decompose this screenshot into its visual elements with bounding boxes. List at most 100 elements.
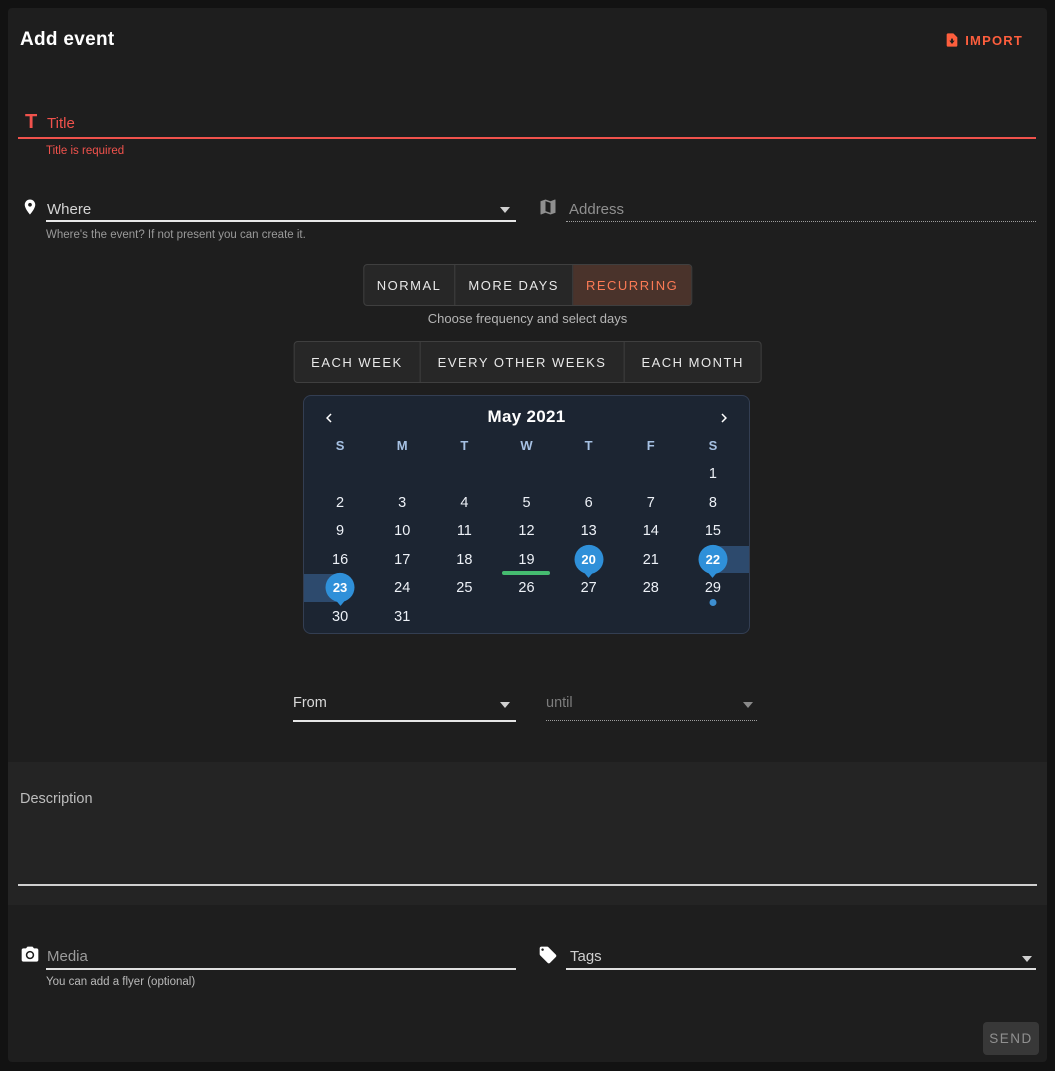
calendar-day-empty: [682, 603, 744, 632]
day-number: 31: [394, 609, 410, 625]
chevron-down-icon[interactable]: [500, 207, 510, 213]
title-input[interactable]: Title: [47, 115, 75, 132]
until-time-select[interactable]: until: [538, 693, 757, 723]
calendar-day-empty: [433, 460, 495, 489]
day-number: 15: [705, 523, 721, 539]
day-number: 4: [460, 495, 468, 511]
day-number: 1: [709, 466, 717, 482]
frequency-each-week[interactable]: EACH WEEK: [294, 342, 421, 382]
calendar-day-19[interactable]: 19: [495, 546, 557, 575]
calendar-day-27[interactable]: 27: [558, 574, 620, 603]
calendar-next-month-button[interactable]: [712, 406, 736, 430]
day-number: 2: [336, 495, 344, 511]
calendar-day-5[interactable]: 5: [495, 489, 557, 518]
weekday-label: F: [620, 434, 682, 456]
from-time-select[interactable]: From: [293, 693, 516, 723]
calendar-day-12[interactable]: 12: [495, 517, 557, 546]
day-number: 9: [336, 523, 344, 539]
description-section: Description: [8, 762, 1047, 905]
calendar-day-24[interactable]: 24: [371, 574, 433, 603]
calendar-day-26[interactable]: 26: [495, 574, 557, 603]
day-number: 28: [643, 580, 659, 596]
day-number: 13: [581, 523, 597, 539]
day-number: 7: [647, 495, 655, 511]
calendar-day-22[interactable]: 22: [682, 546, 744, 575]
import-label: IMPORT: [965, 33, 1023, 48]
calendar-day-15[interactable]: 15: [682, 517, 744, 546]
where-underline: [46, 220, 516, 222]
weekday-label: T: [433, 434, 495, 456]
day-number: 5: [522, 495, 530, 511]
day-number: 11: [457, 523, 472, 539]
day-number: 6: [585, 495, 593, 511]
selected-day-marker: 20: [574, 545, 603, 574]
calendar-day-9[interactable]: 9: [309, 517, 371, 546]
calendar-day-8[interactable]: 8: [682, 489, 744, 518]
calendar-day-16[interactable]: 16: [309, 546, 371, 575]
tab-normal[interactable]: NORMAL: [364, 265, 456, 305]
day-number: 30: [332, 609, 348, 625]
calendar-day-2[interactable]: 2: [309, 489, 371, 518]
calendar-month-label: May 2021: [304, 407, 749, 427]
calendar-day-1[interactable]: 1: [682, 460, 744, 489]
calendar-day-17[interactable]: 17: [371, 546, 433, 575]
address-input[interactable]: Address: [569, 201, 624, 218]
title-T-icon: T: [25, 111, 37, 134]
calendar-day-empty: [495, 603, 557, 632]
calendar-day-13[interactable]: 13: [558, 517, 620, 546]
tab-recurring[interactable]: RECURRING: [573, 265, 691, 305]
send-button[interactable]: SEND: [983, 1022, 1039, 1055]
calendar-day-31[interactable]: 31: [371, 603, 433, 632]
calendar-day-7[interactable]: 7: [620, 489, 682, 518]
weekday-label: T: [558, 434, 620, 456]
add-event-dialog: Add event IMPORT T Title Title is requir…: [8, 8, 1047, 1062]
day-number: 10: [394, 523, 410, 539]
day-number: 24: [394, 580, 410, 596]
calendar-day-6[interactable]: 6: [558, 489, 620, 518]
day-number: 3: [398, 495, 406, 511]
day-number: 25: [456, 580, 472, 596]
tab-more-days[interactable]: MORE DAYS: [455, 265, 573, 305]
where-select[interactable]: Where: [47, 201, 91, 218]
description-textarea[interactable]: Description: [20, 791, 93, 807]
calendar-day-21[interactable]: 21: [620, 546, 682, 575]
day-number: 17: [394, 552, 410, 568]
weekday-label: W: [495, 434, 557, 456]
frequency-button-group: EACH WEEK EVERY OTHER WEEKS EACH MONTH: [293, 341, 762, 383]
calendar-day-25[interactable]: 25: [433, 574, 495, 603]
calendar-day-3[interactable]: 3: [371, 489, 433, 518]
calendar-day-20[interactable]: 20: [558, 546, 620, 575]
title-error-message: Title is required: [46, 145, 124, 157]
selected-day-marker: 23: [326, 573, 355, 602]
calendar-day-14[interactable]: 14: [620, 517, 682, 546]
day-number: 27: [581, 580, 597, 596]
weekday-label: M: [371, 434, 433, 456]
frequency-each-month[interactable]: EACH MONTH: [624, 342, 760, 382]
calendar-day-11[interactable]: 11: [433, 517, 495, 546]
calendar-day-empty: [558, 603, 620, 632]
calendar-day-29[interactable]: 29: [682, 574, 744, 603]
media-input[interactable]: Media: [47, 948, 88, 965]
from-underline: [293, 720, 516, 722]
day-number: 8: [709, 495, 717, 511]
tags-select[interactable]: Tags: [570, 948, 602, 965]
calendar-day-empty: [433, 603, 495, 632]
mode-hint-text: Choose frequency and select days: [8, 311, 1047, 326]
chevron-down-icon[interactable]: [1022, 956, 1032, 962]
frequency-every-other-weeks[interactable]: EVERY OTHER WEEKS: [421, 342, 625, 382]
day-number: 12: [518, 523, 534, 539]
calendar-day-23[interactable]: 23: [309, 574, 371, 603]
import-button[interactable]: IMPORT: [944, 32, 1023, 48]
calendar-day-10[interactable]: 10: [371, 517, 433, 546]
day-number: 18: [456, 552, 472, 568]
weekday-label: S: [309, 434, 371, 456]
calendar-day-empty: [558, 460, 620, 489]
calendar-day-empty: [620, 460, 682, 489]
calendar-day-18[interactable]: 18: [433, 546, 495, 575]
calendar-day-30[interactable]: 30: [309, 603, 371, 632]
calendar-day-4[interactable]: 4: [433, 489, 495, 518]
address-underline: [566, 221, 1036, 222]
day-number: 26: [518, 580, 534, 596]
until-underline: [546, 720, 757, 721]
calendar-day-28[interactable]: 28: [620, 574, 682, 603]
